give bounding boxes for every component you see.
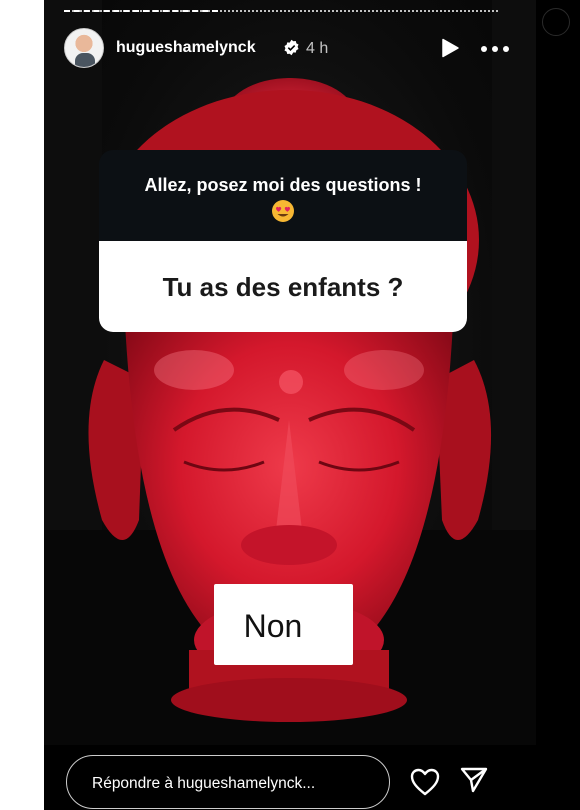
reply-input[interactable]: Répondre à hugueshamelynck... — [66, 755, 390, 809]
sticker-prompt: Allez, posez moi des questions ! — [144, 175, 422, 195]
post-time: 4 h — [306, 40, 329, 57]
sticker-question: Tu as des enfants ? — [162, 272, 404, 302]
send-icon[interactable] — [460, 766, 488, 794]
close-icon[interactable] — [542, 8, 570, 36]
side-strip — [536, 0, 580, 810]
heart-icon[interactable] — [410, 768, 440, 796]
sticker-question-area: Tu as des enfants ? — [99, 241, 467, 332]
avatar[interactable] — [64, 28, 104, 68]
reply-placeholder: Répondre à hugueshamelynck... — [92, 775, 316, 792]
username[interactable]: hugueshamelynck — [116, 39, 256, 57]
answer-box: Non — [214, 584, 353, 665]
progress-current-segment — [64, 10, 218, 12]
play-icon[interactable] — [440, 38, 460, 58]
answer-text: Non — [243, 608, 303, 644]
more-icon[interactable] — [480, 44, 510, 54]
verified-icon — [284, 39, 299, 56]
story-viewer[interactable]: hugueshamelynck 4 h Allez, posez moi des… — [44, 0, 536, 810]
heart-eyes-emoji — [272, 200, 294, 222]
sticker-header: Allez, posez moi des questions ! — [99, 150, 467, 241]
story-header: hugueshamelynck 4 h — [64, 28, 514, 68]
question-sticker[interactable]: Allez, posez moi des questions ! Tu as d… — [99, 150, 467, 332]
